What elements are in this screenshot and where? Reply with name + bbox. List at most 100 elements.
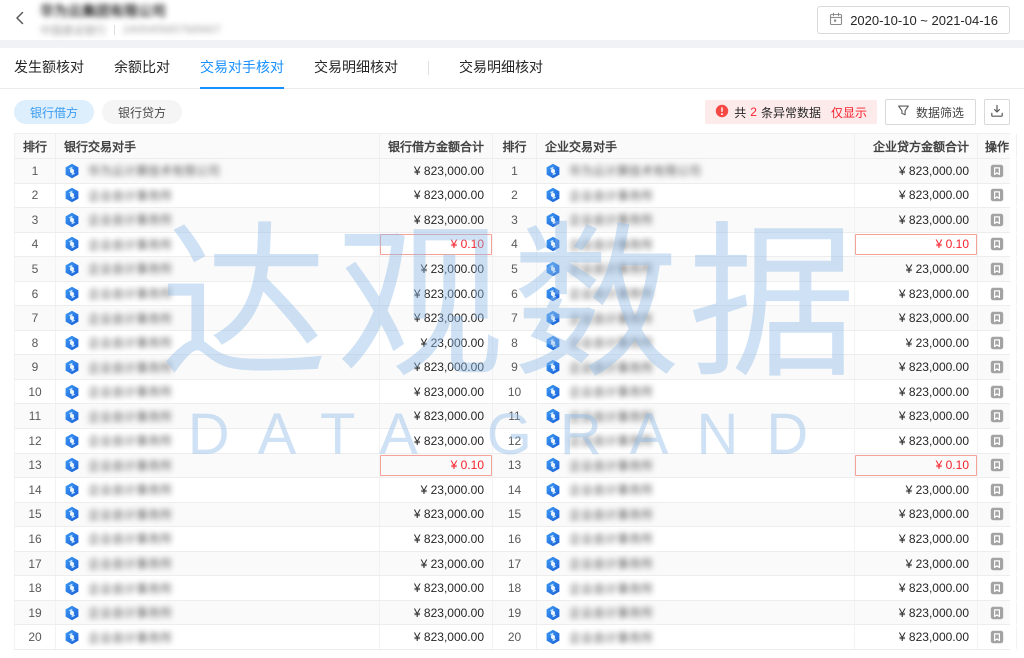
bookmark-icon bbox=[990, 606, 1004, 620]
tab-0[interactable]: 发生额核对 bbox=[14, 48, 84, 89]
corp-rank-cell: 6 bbox=[493, 282, 537, 306]
rank-header: 排行 bbox=[493, 134, 537, 158]
corp-amount-cell: ¥ 823,000.00 bbox=[855, 601, 978, 625]
bookmark-button[interactable] bbox=[989, 506, 1005, 522]
account-number: 2405455657565607 bbox=[123, 24, 221, 36]
bookmark-button[interactable] bbox=[989, 310, 1005, 326]
bank-party-cell: 企业会计事务所 bbox=[56, 282, 380, 306]
bookmark-button[interactable] bbox=[989, 261, 1005, 277]
corp-rank-cell: 8 bbox=[493, 331, 537, 355]
tab-3[interactable]: 交易明细核对 bbox=[314, 48, 398, 89]
table-row: 4 企业会计事务所¥ 0.104 企业会计事务所¥ 0.10 bbox=[14, 233, 1010, 258]
bank-rank-cell: 11 bbox=[14, 404, 56, 428]
bank-party-cell: 企业会计事务所 bbox=[56, 331, 380, 355]
corp-rank-cell: 14 bbox=[493, 478, 537, 502]
bank-party-name: 企业会计事务所 bbox=[88, 211, 172, 228]
bank-amount-cell: ¥ 23,000.00 bbox=[380, 331, 493, 355]
bookmark-icon bbox=[990, 287, 1004, 301]
bookmark-icon bbox=[990, 458, 1004, 472]
back-button[interactable] bbox=[10, 10, 30, 30]
bank-rank-cell: 5 bbox=[14, 257, 56, 281]
corp-rank-cell: 11 bbox=[493, 404, 537, 428]
bookmark-icon bbox=[990, 532, 1004, 546]
bookmark-button[interactable] bbox=[989, 605, 1005, 621]
export-button[interactable] bbox=[984, 99, 1010, 125]
bookmark-button[interactable] bbox=[989, 556, 1005, 572]
direction-pills: 银行借方银行贷方 bbox=[14, 100, 182, 124]
bookmark-button[interactable] bbox=[989, 335, 1005, 351]
pill-0[interactable]: 银行借方 bbox=[14, 100, 94, 124]
corp-rank-cell: 4 bbox=[493, 233, 537, 257]
bookmark-button[interactable] bbox=[989, 163, 1005, 179]
anomaly-highlight bbox=[855, 234, 977, 256]
show-only-anomalies-link[interactable]: 仅显示 bbox=[831, 104, 867, 121]
company-logo-icon bbox=[64, 506, 80, 522]
corp-rank-cell: 17 bbox=[493, 552, 537, 576]
tab-bar: 发生额核对余额比对交易对手核对交易明细核对交易明细核对 bbox=[0, 48, 1024, 89]
corp-party-name: 企业会计事务所 bbox=[569, 604, 653, 621]
table-row: 20 企业会计事务所¥ 823,000.0020 企业会计事务所¥ 823,00… bbox=[14, 625, 1010, 650]
corp-party-cell: 企业会计事务所 bbox=[537, 257, 855, 281]
corp-party-cell: 企业会计事务所 bbox=[537, 306, 855, 330]
company-logo-icon bbox=[64, 580, 80, 596]
bookmark-button[interactable] bbox=[989, 629, 1005, 645]
tab-2[interactable]: 交易对手核对 bbox=[200, 48, 284, 89]
corp-rank-cell: 3 bbox=[493, 208, 537, 232]
bookmark-button[interactable] bbox=[989, 187, 1005, 203]
bookmark-button[interactable] bbox=[989, 457, 1005, 473]
data-filter-button[interactable]: 数据筛选 bbox=[885, 99, 976, 125]
bookmark-button[interactable] bbox=[989, 433, 1005, 449]
anomaly-prefix: 共 bbox=[734, 104, 746, 121]
warning-icon bbox=[715, 104, 734, 121]
corp-amount-header: 企业贷方金额合计 bbox=[855, 134, 978, 158]
bookmark-button[interactable] bbox=[989, 359, 1005, 375]
anomaly-highlight bbox=[380, 455, 492, 477]
company-name: 华为云集团有限公司 bbox=[40, 3, 221, 19]
corp-rank-cell: 19 bbox=[493, 601, 537, 625]
company-logo-icon bbox=[545, 163, 561, 179]
bookmark-button[interactable] bbox=[989, 408, 1005, 424]
top-bar: 华为云集团有限公司 中国建设银行 2405455657565607 2020-1… bbox=[0, 0, 1024, 40]
bank-rank-cell: 8 bbox=[14, 331, 56, 355]
tab-1[interactable]: 余额比对 bbox=[114, 48, 170, 89]
action-cell bbox=[978, 331, 1017, 355]
bank-party-cell: 企业会计事务所 bbox=[56, 184, 380, 208]
pill-1[interactable]: 银行贷方 bbox=[102, 100, 182, 124]
bookmark-button[interactable] bbox=[989, 212, 1005, 228]
bank-party-name: 企业会计事务所 bbox=[88, 555, 172, 572]
bank-party-name: 企业会计事务所 bbox=[88, 187, 172, 204]
corp-amount-cell: ¥ 23,000.00 bbox=[855, 478, 978, 502]
company-logo-icon bbox=[64, 605, 80, 621]
bookmark-button[interactable] bbox=[989, 286, 1005, 302]
bookmark-button[interactable] bbox=[989, 531, 1005, 547]
corp-amount-cell: ¥ 823,000.00 bbox=[855, 355, 978, 379]
bank-rank-cell: 9 bbox=[14, 355, 56, 379]
tab-group-divider bbox=[428, 61, 429, 75]
company-logo-icon bbox=[545, 261, 561, 277]
company-logo-icon bbox=[64, 384, 80, 400]
corp-party-cell: 华为云计算技术有限公司 bbox=[537, 159, 855, 183]
tab-4[interactable]: 交易明细核对 bbox=[459, 48, 543, 89]
corp-rank-cell: 5 bbox=[493, 257, 537, 281]
corp-rank-cell: 9 bbox=[493, 355, 537, 379]
bookmark-button[interactable] bbox=[989, 482, 1005, 498]
corp-party-cell: 企业会计事务所 bbox=[537, 208, 855, 232]
corp-amount-cell: ¥ 823,000.00 bbox=[855, 306, 978, 330]
date-range-picker[interactable]: 2020-10-10 ~ 2021-04-16 bbox=[817, 6, 1010, 34]
corp-party-cell: 企业会计事务所 bbox=[537, 355, 855, 379]
bookmark-button[interactable] bbox=[989, 580, 1005, 596]
bookmark-button[interactable] bbox=[989, 384, 1005, 400]
bookmark-button[interactable] bbox=[989, 236, 1005, 252]
bank-amount-cell: ¥ 23,000.00 bbox=[380, 552, 493, 576]
company-logo-icon bbox=[64, 359, 80, 375]
corp-party-cell: 企业会计事务所 bbox=[537, 282, 855, 306]
bookmark-icon bbox=[990, 213, 1004, 227]
bank-party-name: 企业会计事务所 bbox=[88, 481, 172, 498]
corp-rank-cell: 16 bbox=[493, 527, 537, 551]
anomaly-badge: 共 2 条异常数据 仅显示 bbox=[705, 100, 877, 124]
table-row: 3 企业会计事务所¥ 823,000.003 企业会计事务所¥ 823,000.… bbox=[14, 208, 1010, 233]
action-cell bbox=[978, 503, 1017, 527]
bank-rank-cell: 20 bbox=[14, 625, 56, 649]
bank-amount-cell: ¥ 823,000.00 bbox=[380, 503, 493, 527]
bank-party-name: 企业会计事务所 bbox=[88, 530, 172, 547]
